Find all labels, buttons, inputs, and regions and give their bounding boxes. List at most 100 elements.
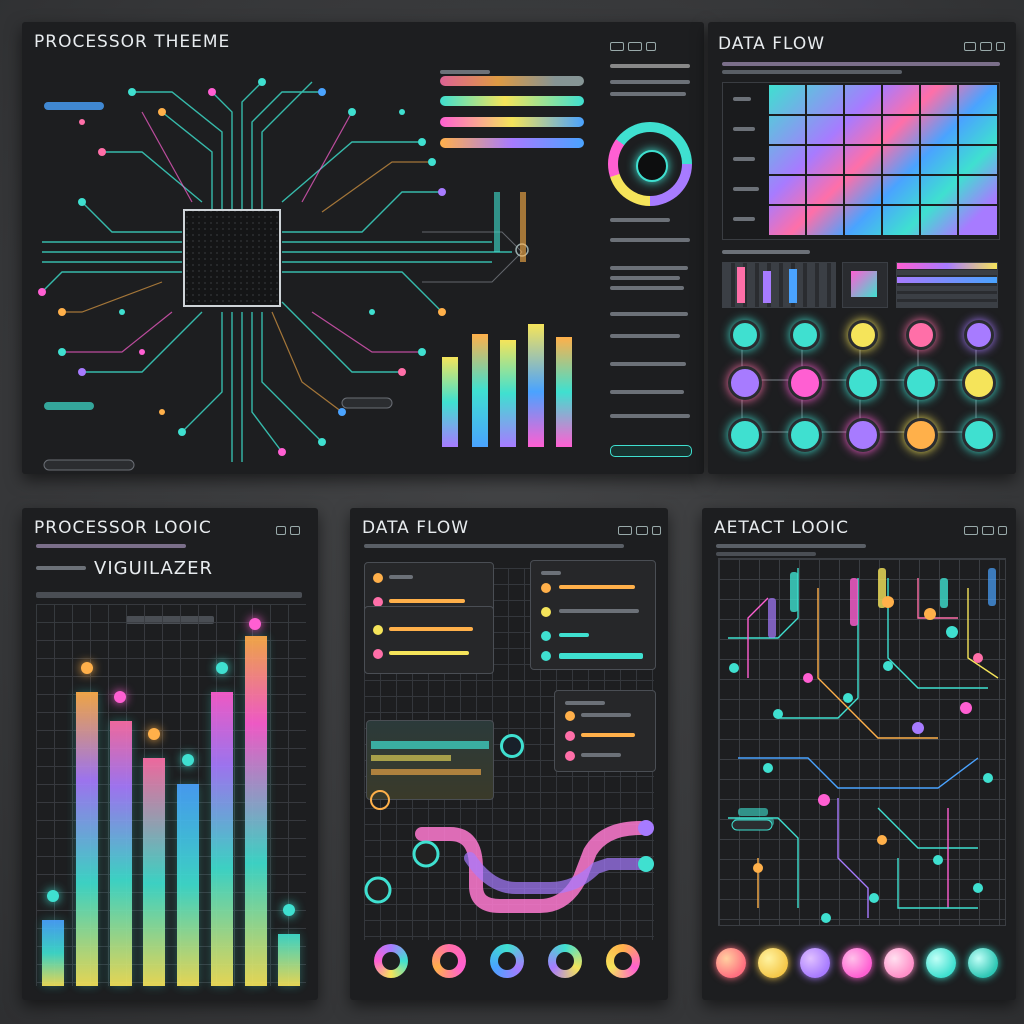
status-ring[interactable]: [374, 944, 408, 978]
flow-pipes: [364, 820, 654, 913]
status-dot: [373, 625, 383, 635]
processor-theme-panel: PROCESSOR THEEME: [22, 22, 704, 474]
network-node[interactable]: [728, 366, 762, 400]
status-dot[interactable]: [884, 948, 914, 978]
close-icon[interactable]: [998, 526, 1007, 535]
flow-card[interactable]: [530, 560, 656, 670]
pipe-node[interactable]: [370, 790, 390, 810]
panel-title: DATA FLOW: [718, 34, 826, 54]
status-ring[interactable]: [490, 944, 524, 978]
network-node[interactable]: [906, 320, 936, 350]
mini-chart: [842, 262, 888, 308]
slider-4[interactable]: [440, 138, 584, 148]
minimize-icon[interactable]: [964, 526, 978, 535]
subtitle-line: [36, 592, 302, 598]
section-label: [722, 250, 810, 254]
window-controls[interactable]: [964, 42, 1005, 51]
status-ring[interactable]: [432, 944, 466, 978]
visualizer-node: [148, 728, 160, 740]
status-dot: [541, 583, 551, 593]
minimize-icon[interactable]: [964, 42, 976, 51]
visualizer-bar: [211, 692, 233, 986]
level-bar: [528, 324, 544, 447]
network-node[interactable]: [848, 320, 878, 350]
row-label: [733, 217, 755, 221]
network-node[interactable]: [964, 320, 994, 350]
window-controls[interactable]: [276, 526, 300, 535]
network-node[interactable]: [730, 320, 760, 350]
visualizer-node: [47, 890, 59, 902]
subtitle-line: [716, 544, 866, 548]
maximize-icon[interactable]: [982, 526, 994, 535]
network-node[interactable]: [728, 418, 762, 452]
visualizer-bar: [110, 721, 132, 986]
network-node[interactable]: [962, 366, 996, 400]
row-label: [733, 127, 755, 131]
window-controls[interactable]: [610, 42, 656, 51]
mini-chart: [896, 262, 998, 308]
action-button[interactable]: [610, 445, 692, 457]
text-block: [610, 266, 688, 270]
network-node[interactable]: [788, 366, 822, 400]
status-dot[interactable]: [716, 948, 746, 978]
maximize-icon[interactable]: [628, 42, 642, 51]
minimize-icon[interactable]: [610, 42, 624, 51]
text-block: [610, 312, 688, 316]
network-node[interactable]: [790, 320, 820, 350]
panel-title: PROCESSOR THEEME: [34, 32, 231, 52]
row-label: [733, 157, 755, 161]
visualizer-node: [114, 691, 126, 703]
status-dot: [541, 651, 551, 661]
minimize-icon[interactable]: [618, 526, 632, 535]
close-icon[interactable]: [652, 526, 661, 535]
data-flow-top-panel: DATA FLOW: [708, 22, 1016, 474]
status-dot[interactable]: [758, 948, 788, 978]
close-icon[interactable]: [996, 42, 1005, 51]
close-icon[interactable]: [290, 526, 300, 535]
slider-2[interactable]: [440, 96, 584, 106]
maximize-icon[interactable]: [980, 42, 992, 51]
subtitle-line: [36, 566, 86, 570]
visualizer-title: VIGUILAZER: [94, 558, 214, 579]
flow-card[interactable]: [554, 690, 656, 772]
text-block: [610, 334, 680, 338]
visualizer-bars: [36, 618, 306, 986]
slider-1[interactable]: [440, 76, 584, 86]
pipe-node[interactable]: [500, 734, 524, 758]
status-dot[interactable]: [800, 948, 830, 978]
slider-3[interactable]: [440, 117, 584, 127]
text-block: [610, 92, 686, 96]
text-block: [610, 64, 690, 68]
network-node[interactable]: [846, 366, 880, 400]
visualizer-node: [249, 618, 261, 630]
network-node[interactable]: [846, 418, 880, 452]
network-node[interactable]: [962, 418, 996, 452]
visualizer-bar: [245, 636, 267, 986]
close-icon[interactable]: [646, 42, 656, 51]
window-controls[interactable]: [964, 526, 1007, 535]
abstract-logic-panel: AETACT LOOIC: [702, 508, 1016, 1000]
text-block: [610, 218, 670, 222]
panel-title: DATA FLOW: [362, 518, 470, 538]
gauge-icon: [608, 122, 692, 206]
visualizer-bar: [42, 920, 64, 986]
flow-preview[interactable]: [366, 720, 494, 800]
status-ring[interactable]: [548, 944, 582, 978]
maximize-icon[interactable]: [636, 526, 648, 535]
network-node[interactable]: [904, 366, 938, 400]
flow-card[interactable]: [364, 606, 494, 674]
data-flow-bottom-panel: DATA FLOW: [350, 508, 668, 1000]
level-bar: [500, 340, 516, 447]
network-node[interactable]: [788, 418, 822, 452]
status-dot[interactable]: [968, 948, 998, 978]
network-node[interactable]: [904, 418, 938, 452]
panel-title: AETACT LOOIC: [714, 518, 849, 538]
window-controls[interactable]: [618, 526, 661, 535]
status-dot[interactable]: [842, 948, 872, 978]
minimize-icon[interactable]: [276, 526, 286, 535]
status-ring[interactable]: [606, 944, 640, 978]
status-dot[interactable]: [926, 948, 956, 978]
row-label: [733, 187, 759, 191]
level-bar: [472, 334, 488, 447]
status-dot: [565, 751, 575, 761]
